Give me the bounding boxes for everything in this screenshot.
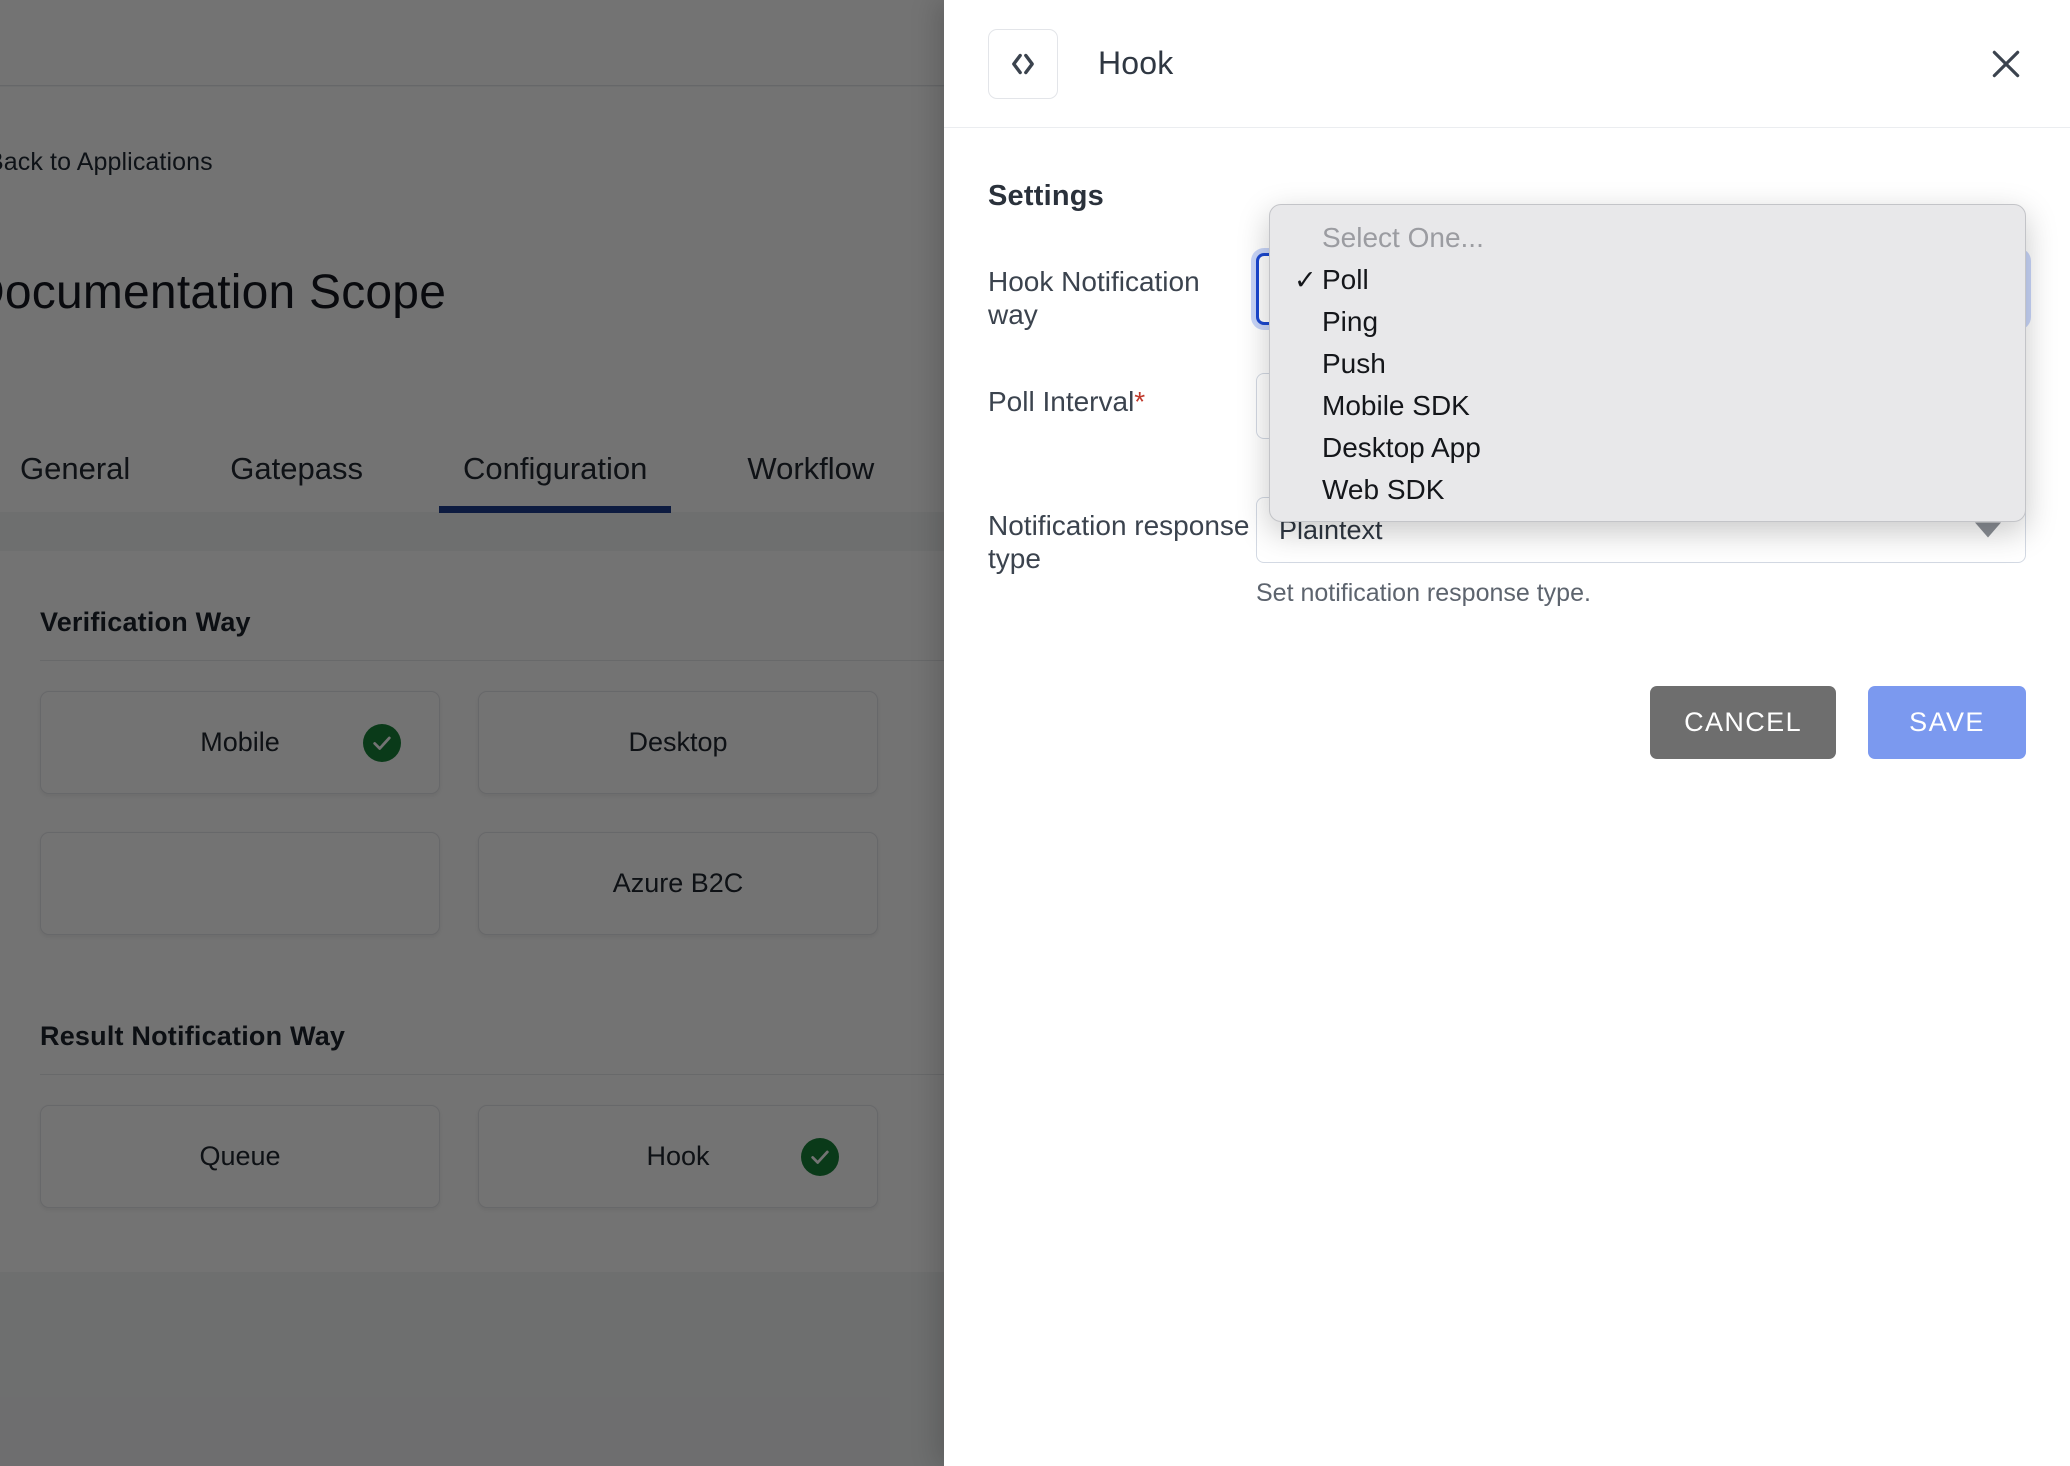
- dropdown-option-label: Mobile SDK: [1322, 390, 1470, 421]
- field-label: Hook Notification way: [988, 266, 1200, 331]
- dropdown-option-label: Desktop App: [1322, 432, 1481, 463]
- hook-notification-way-dropdown-list[interactable]: Select One... ✓ Poll Ping Push Mobile SD…: [1269, 204, 2026, 522]
- code-brackets-icon: [988, 28, 1058, 99]
- field-label-text: Poll Interval: [988, 386, 1135, 418]
- field-label: Poll Interval*: [988, 373, 1256, 418]
- dropdown-option-web-sdk[interactable]: Web SDK: [1270, 469, 2025, 511]
- panel-header: Hook: [944, 0, 2070, 128]
- dropdown-option-label: Poll: [1322, 264, 1369, 295]
- dropdown-option-desktop-app[interactable]: Desktop App: [1270, 427, 2025, 469]
- required-asterisk: *: [1134, 386, 1146, 418]
- screen-root: Back to Applications Documentation Scope…: [0, 0, 2070, 1466]
- field-label: Notification response type: [988, 510, 1250, 575]
- dropdown-option-label: Push: [1322, 348, 1386, 379]
- save-button[interactable]: SAVE: [1868, 686, 2026, 760]
- close-icon[interactable]: [1980, 38, 2032, 90]
- panel-actions: CANCEL SAVE: [988, 686, 2026, 760]
- chevron-down-icon: [1975, 522, 2001, 538]
- dropdown-option-label: Select One...: [1322, 222, 1484, 253]
- dropdown-option-placeholder[interactable]: Select One...: [1270, 217, 2025, 259]
- panel-title: Hook: [1098, 45, 1174, 81]
- dropdown-option-label: Web SDK: [1322, 474, 1445, 505]
- checkmark-icon: ✓: [1294, 264, 1317, 295]
- dropdown-option-push[interactable]: Push: [1270, 343, 2025, 385]
- dropdown-option-mobile-sdk[interactable]: Mobile SDK: [1270, 385, 2025, 427]
- notification-response-type-help: Set notification response type.: [1256, 579, 1591, 608]
- dropdown-option-label: Ping: [1322, 306, 1379, 337]
- modal-overlay-scrim[interactable]: [0, 0, 944, 1466]
- cancel-button[interactable]: CANCEL: [1650, 686, 1836, 760]
- dropdown-option-poll[interactable]: ✓ Poll: [1270, 259, 2025, 301]
- dropdown-option-ping[interactable]: Ping: [1270, 301, 2025, 343]
